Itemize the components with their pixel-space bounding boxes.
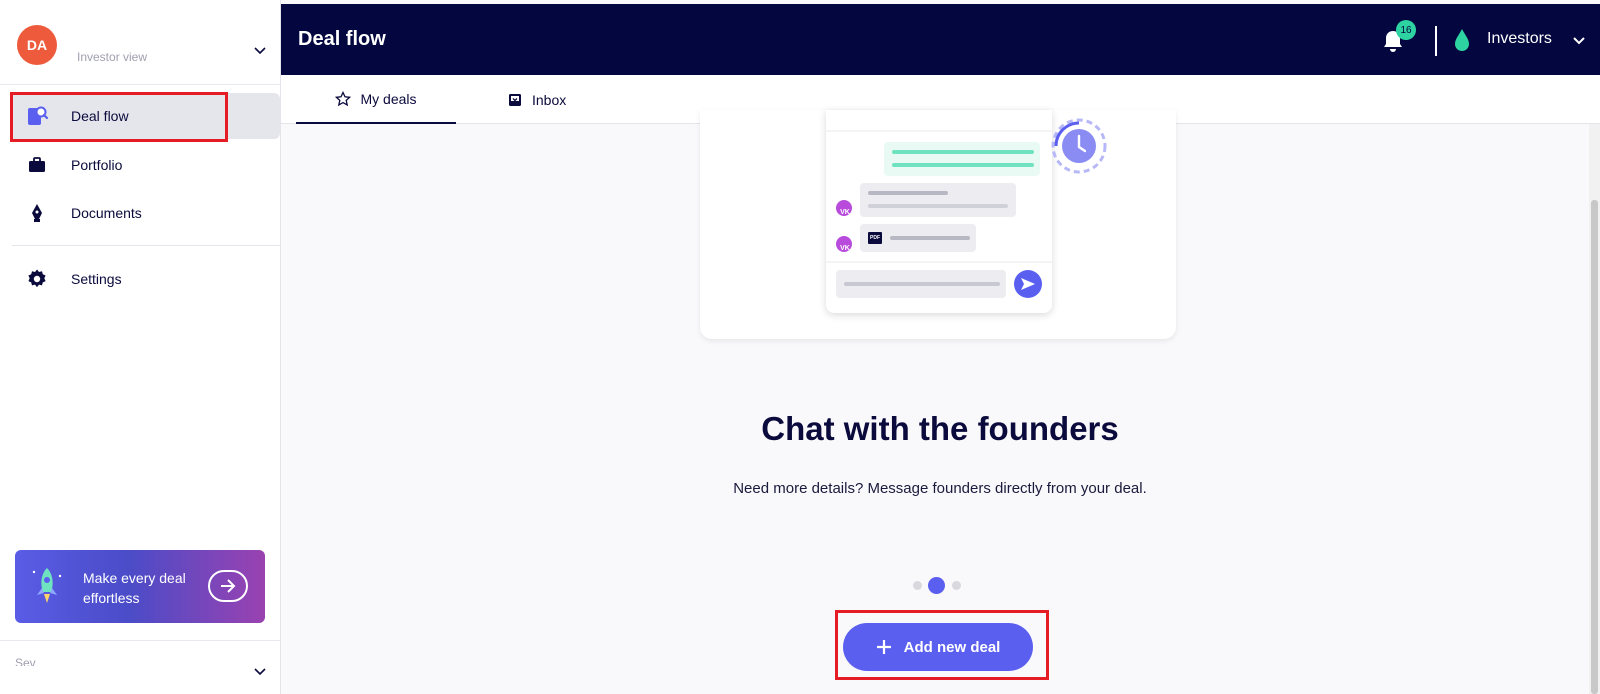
pen-nib-icon <box>32 204 42 222</box>
sidebar-footer[interactable]: Sev <box>0 640 280 694</box>
promo-arrow-button[interactable] <box>208 570 248 602</box>
app-root: DA Investor view Deal flow Portfolio Doc… <box>0 0 1600 694</box>
illustration-avatar: VK <box>840 208 850 216</box>
scrollbar-thumb[interactable] <box>1591 200 1598 694</box>
tab-my-deals[interactable]: My deals <box>296 75 456 124</box>
tab-label: My deals <box>360 90 417 107</box>
avatar[interactable]: DA <box>17 25 57 65</box>
star-icon <box>335 90 352 106</box>
add-new-deal-label: Add new deal <box>903 638 1001 656</box>
rocket-icon <box>32 568 62 603</box>
deal-flow-icon <box>28 106 48 125</box>
sidebar-item-label: Settings <box>71 271 122 287</box>
sidebar-item-portfolio[interactable]: Portfolio <box>12 142 280 188</box>
inbox-icon <box>509 93 521 106</box>
feature-description: Need more details? Message founders dire… <box>733 480 1147 497</box>
sidebar: DA Investor view Deal flow Portfolio Doc… <box>0 0 281 694</box>
sidebar-item-label: Documents <box>71 205 142 221</box>
sidebar-divider <box>12 245 280 246</box>
illustration-avatar: VK <box>840 244 850 252</box>
tab-label: Inbox <box>532 91 567 108</box>
chevron-down-icon[interactable] <box>1571 32 1587 48</box>
top-bar: Deal flow 16 Investors <box>281 4 1600 75</box>
feature-headline: Chat with the founders <box>761 410 1119 447</box>
sidebar-item-settings[interactable]: Settings <box>12 256 280 302</box>
view-label: Investor view <box>77 50 148 64</box>
tab-inbox[interactable]: Inbox <box>507 75 607 124</box>
droplet-icon <box>1455 29 1469 51</box>
clock-icon <box>1051 118 1107 174</box>
sidebar-item-label: Deal flow <box>71 108 129 124</box>
workspace-selector[interactable]: Investors <box>1487 30 1552 48</box>
carousel-dot-active[interactable] <box>928 577 945 594</box>
promo-banner[interactable]: Make every deal effortless <box>15 550 265 623</box>
chevron-down-icon[interactable] <box>252 42 268 58</box>
sidebar-footer-text: Sev <box>15 656 36 666</box>
header-divider <box>1435 26 1437 56</box>
gear-icon <box>28 269 46 288</box>
notification-badge: 16 <box>1396 20 1416 40</box>
illustration-file-tag: PDF <box>870 235 880 241</box>
add-new-deal-button[interactable]: Add new deal <box>843 623 1033 671</box>
arrow-right-icon <box>221 579 236 593</box>
promo-text: Make every deal effortless <box>83 570 186 606</box>
carousel-dots <box>907 575 967 595</box>
page-title: Deal flow <box>298 28 386 50</box>
chevron-down-icon[interactable] <box>252 663 268 679</box>
user-switcher[interactable]: DA Investor view <box>0 4 280 85</box>
carousel-dot[interactable] <box>913 581 922 590</box>
sidebar-item-documents[interactable]: Documents <box>12 190 280 236</box>
briefcase-icon <box>29 157 45 172</box>
sidebar-item-label: Portfolio <box>71 157 123 173</box>
sidebar-item-deal-flow[interactable]: Deal flow <box>12 93 280 139</box>
plus-icon <box>876 640 891 654</box>
chat-illustration <box>826 110 1052 313</box>
chat-mockup-image <box>826 130 1052 298</box>
carousel-dot[interactable] <box>952 581 961 590</box>
